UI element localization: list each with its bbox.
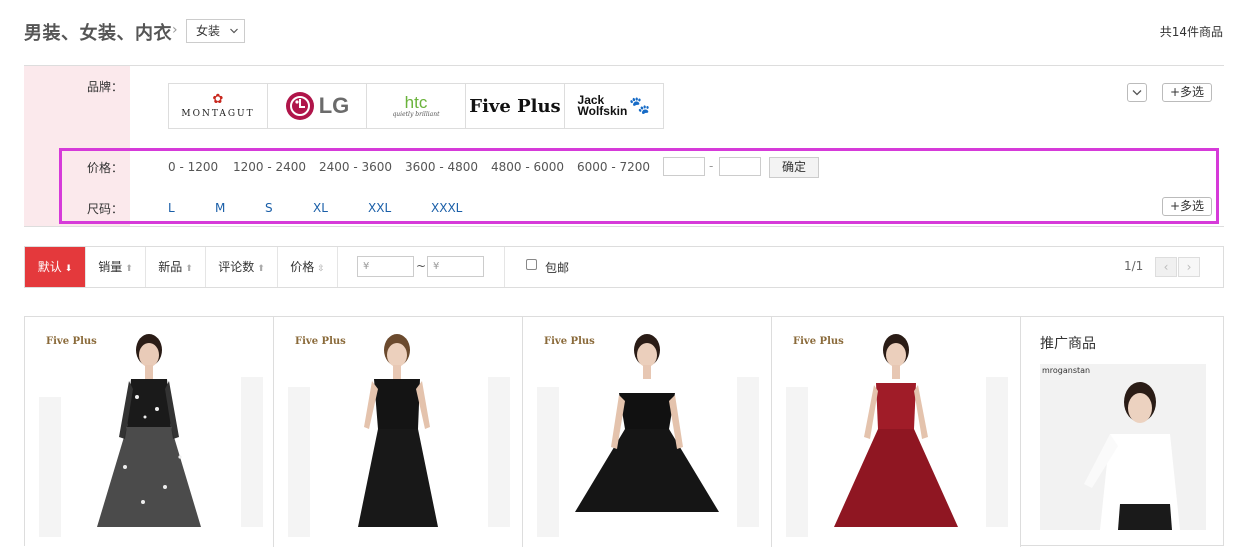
arrow-down-icon: ⬇ xyxy=(64,264,73,274)
product-image xyxy=(786,334,1008,537)
sort-new-label: 新品 xyxy=(158,260,183,274)
chevron-right-icon: › xyxy=(1186,260,1192,274)
expand-brands-button[interactable] xyxy=(1127,83,1147,102)
chevron-down-icon xyxy=(1132,90,1142,96)
sort-sales[interactable]: 销量 ⬆ xyxy=(86,247,146,287)
product-count: 共14件商品 xyxy=(1159,25,1223,39)
brand-five-plus[interactable]: Five Plus xyxy=(466,84,565,128)
price-from-input[interactable]: ¥ xyxy=(357,256,414,277)
arrow-up-icon: ⬆ xyxy=(125,264,133,274)
arrow-up-icon: ⬆ xyxy=(257,264,265,274)
category-title: 男装、女装、内衣 xyxy=(24,23,172,44)
chevron-left-icon: ‹ xyxy=(1163,260,1169,274)
arrow-up-icon: ⬆ xyxy=(185,264,193,274)
sort-reviews[interactable]: 评论数 ⬆ xyxy=(206,247,278,287)
free-shipping-checkbox[interactable] xyxy=(526,259,537,270)
product-card[interactable]: Five Plus xyxy=(25,317,274,547)
sort-price-label: 价格 xyxy=(290,260,315,274)
product-image xyxy=(537,334,759,537)
montagut-logo-text: MONTAGUT xyxy=(181,108,255,119)
brand-list: ✿ MONTAGUT LG htc quietly brilliant Five… xyxy=(168,83,664,129)
category-dropdown-value: 女装 xyxy=(196,24,221,38)
brand-htc[interactable]: htc quietly brilliant xyxy=(367,84,466,128)
brand-label: 品牌： xyxy=(87,80,124,94)
product-brand-tag: Five Plus xyxy=(46,336,97,347)
breadcrumb-separator: › xyxy=(172,22,178,38)
lg-logo-text: LG xyxy=(318,93,350,118)
chevron-down-icon xyxy=(230,28,238,34)
lg-logo-icon xyxy=(285,92,314,120)
sort-both-icon: ⇳ xyxy=(317,264,325,274)
brand-lg[interactable]: LG xyxy=(268,84,367,128)
brand-jack-wolfskin[interactable]: Jack Wolfskin 🐾 xyxy=(565,84,663,128)
promo-product-image[interactable]: mroganstan xyxy=(1040,364,1206,530)
sort-reviews-label: 评论数 xyxy=(218,260,255,274)
category-dropdown[interactable]: 女装 xyxy=(186,19,245,43)
next-page-button[interactable]: › xyxy=(1178,257,1200,277)
product-brand-tag: Five Plus xyxy=(793,336,844,347)
page-indicator: 1/1 xyxy=(1124,259,1144,273)
prev-page-button[interactable]: ‹ xyxy=(1155,257,1177,277)
sort-default-label: 默认 xyxy=(37,260,62,274)
price-to-input[interactable]: ¥ xyxy=(427,256,484,277)
htc-tagline: quietly brilliant xyxy=(392,111,440,118)
jack-wolfskin-logo-text-2: Wolfskin xyxy=(577,104,628,118)
sort-sales-label: 销量 xyxy=(98,260,123,274)
product-brand-tag: Five Plus xyxy=(295,336,346,347)
free-shipping-label: 包邮 xyxy=(545,261,570,275)
promo-model-illustration xyxy=(1084,382,1180,530)
htc-logo-text: htc xyxy=(404,93,428,112)
product-image xyxy=(39,334,263,537)
brand-montagut[interactable]: ✿ MONTAGUT xyxy=(169,84,268,128)
sort-default[interactable]: 默认 ⬇ xyxy=(25,247,86,287)
product-card[interactable]: Five Plus xyxy=(274,317,523,547)
sort-price[interactable]: 价格 ⇳ xyxy=(278,247,338,287)
promo-panel: 推广商品 mroganstan xyxy=(1021,317,1223,547)
product-image xyxy=(288,334,510,537)
product-card[interactable]: Five Plus xyxy=(772,317,1021,547)
highlight-box xyxy=(59,148,1219,224)
sort-new[interactable]: 新品 ⬆ xyxy=(146,247,206,287)
promo-title: 推广商品 xyxy=(1040,336,1096,352)
montagut-logo-icon: ✿ xyxy=(212,91,224,107)
brand-multi-select-button[interactable]: +多选 xyxy=(1162,83,1212,102)
price-range-tilde: ~ xyxy=(416,259,427,273)
paw-icon: 🐾 xyxy=(629,96,651,116)
sortbar-divider xyxy=(504,247,505,287)
product-card[interactable]: Five Plus xyxy=(523,317,772,547)
five-plus-logo-text: Five Plus xyxy=(469,95,561,117)
product-brand-tag: Five Plus xyxy=(544,336,595,347)
